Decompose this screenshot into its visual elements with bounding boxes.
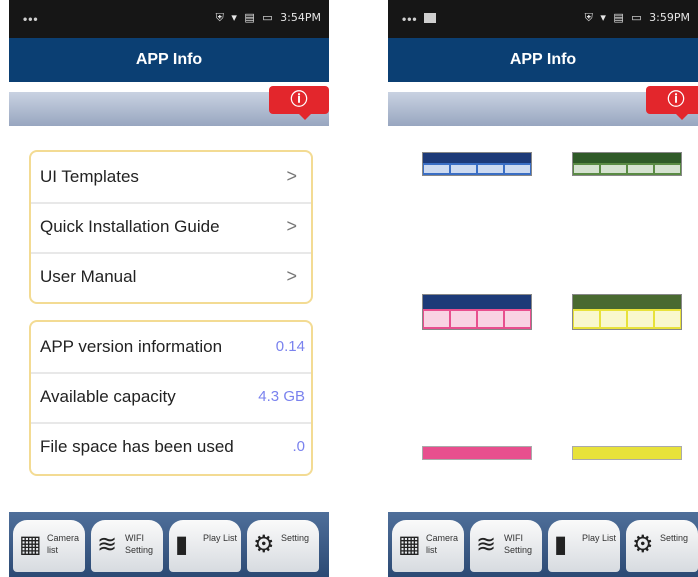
template-thumbnail[interactable]	[572, 294, 682, 330]
page-title: APP Info	[135, 51, 203, 68]
tab-label: WIFI Setting	[125, 533, 154, 555]
play-list-icon: ▮	[175, 530, 189, 558]
shield-icon: ⛨	[215, 11, 224, 24]
menu-item-ui-templates[interactable]: UI Templates >	[31, 152, 311, 204]
tab-play-list[interactable]: ▮ Play List	[548, 520, 620, 572]
tab-label: Setting	[281, 533, 310, 543]
info-row-capacity: Available capacity 4.3 GB	[31, 372, 311, 424]
template-thumbnail[interactable]	[422, 446, 532, 460]
info-value: .0	[292, 438, 305, 455]
info-label: File space has been used	[40, 437, 234, 456]
template-thumbnail[interactable]	[572, 446, 682, 460]
tab-label: Camera list	[426, 533, 459, 555]
tab-play-list[interactable]: ▮ Play List	[169, 520, 241, 572]
camera-list-icon: ▦	[398, 530, 421, 558]
phone-screen-app-info: ••• ⛨ ▾ ▤ ▭ 3:54PM APP Info ⓘ UI Templat…	[9, 0, 329, 577]
template-thumbnail[interactable]	[422, 152, 532, 176]
info-value: 0.14	[275, 338, 305, 355]
status-icons: ⛨ ▾ ▤ ▭ 3:54PM	[212, 11, 321, 25]
wifi-icon: ≋	[97, 530, 118, 558]
menu-item-label: User Manual	[40, 267, 137, 286]
info-icon: ⓘ	[667, 90, 685, 110]
info-label: Available capacity	[40, 387, 176, 406]
camera-list-icon: ▦	[19, 530, 42, 558]
bottom-tab-bar: ▦ Camera list ≋ WIFI Setting ▮ Play List…	[9, 512, 329, 577]
chevron-right-icon: >	[286, 266, 297, 286]
clock: 3:59PM	[649, 11, 690, 24]
tab-label: Camera list	[47, 533, 80, 555]
menu-item-quick-installation-guide[interactable]: Quick Installation Guide >	[31, 202, 311, 254]
wifi-signal-icon: ▾	[600, 11, 606, 24]
tab-label: WIFI Setting	[504, 533, 533, 555]
tab-setting[interactable]: ⚙ Setting	[247, 520, 319, 572]
tab-camera-list[interactable]: ▦ Camera list	[392, 520, 464, 572]
menu-item-label: Quick Installation Guide	[40, 217, 220, 236]
notification-dots: •••	[23, 12, 39, 26]
network-icon: ▤	[613, 11, 624, 24]
info-label: APP version information	[40, 337, 223, 356]
template-thumbnail[interactable]	[422, 294, 532, 330]
status-bar: ••• ⛨ ▾ ▤ ▭ 3:59PM	[388, 0, 698, 38]
tab-label: Setting	[660, 533, 689, 543]
gear-icon: ⚙	[253, 530, 275, 558]
menu-item-label: UI Templates	[40, 167, 139, 186]
battery-icon: ▭	[262, 11, 273, 24]
clock: 3:54PM	[280, 11, 321, 24]
app-bar: APP Info	[388, 38, 698, 82]
status-bar: ••• ⛨ ▾ ▤ ▭ 3:54PM	[9, 0, 329, 38]
menu-card: UI Templates > Quick Installation Guide …	[29, 150, 313, 304]
tab-label: Play List	[203, 533, 238, 543]
status-icons: ⛨ ▾ ▤ ▭ 3:59PM	[581, 11, 690, 25]
chevron-right-icon: >	[286, 216, 297, 236]
wifi-signal-icon: ▾	[231, 11, 237, 24]
tab-label: Play List	[582, 533, 617, 543]
tab-wifi-setting[interactable]: ≋ WIFI Setting	[91, 520, 163, 572]
battery-icon: ▭	[631, 11, 642, 24]
notification-dots: •••	[402, 12, 418, 26]
phone-screen-ui-templates: ••• ⛨ ▾ ▤ ▭ 3:59PM APP Info ⓘ ▦ Camera l…	[388, 0, 698, 577]
info-button[interactable]: ⓘ	[269, 86, 329, 120]
image-notification-icon	[424, 13, 436, 23]
menu-item-user-manual[interactable]: User Manual >	[31, 252, 311, 302]
info-row-used-space: File space has been used .0	[31, 422, 311, 472]
tab-setting[interactable]: ⚙ Setting	[626, 520, 698, 572]
app-bar: APP Info	[9, 38, 329, 82]
info-button[interactable]: ⓘ	[646, 86, 698, 120]
info-value: 4.3 GB	[258, 388, 305, 405]
wifi-icon: ≋	[476, 530, 497, 558]
chevron-right-icon: >	[286, 166, 297, 186]
shield-icon: ⛨	[584, 11, 593, 24]
info-row-version: APP version information 0.14	[31, 322, 311, 374]
gear-icon: ⚙	[632, 530, 654, 558]
template-thumbnail[interactable]	[572, 152, 682, 176]
app-info-card: APP version information 0.14 Available c…	[29, 320, 313, 476]
network-icon: ▤	[244, 11, 255, 24]
tab-wifi-setting[interactable]: ≋ WIFI Setting	[470, 520, 542, 572]
info-icon: ⓘ	[290, 90, 308, 110]
bottom-tab-bar: ▦ Camera list ≋ WIFI Setting ▮ Play List…	[388, 512, 698, 577]
play-list-icon: ▮	[554, 530, 568, 558]
tab-camera-list[interactable]: ▦ Camera list	[13, 520, 85, 572]
page-title: APP Info	[509, 51, 577, 68]
